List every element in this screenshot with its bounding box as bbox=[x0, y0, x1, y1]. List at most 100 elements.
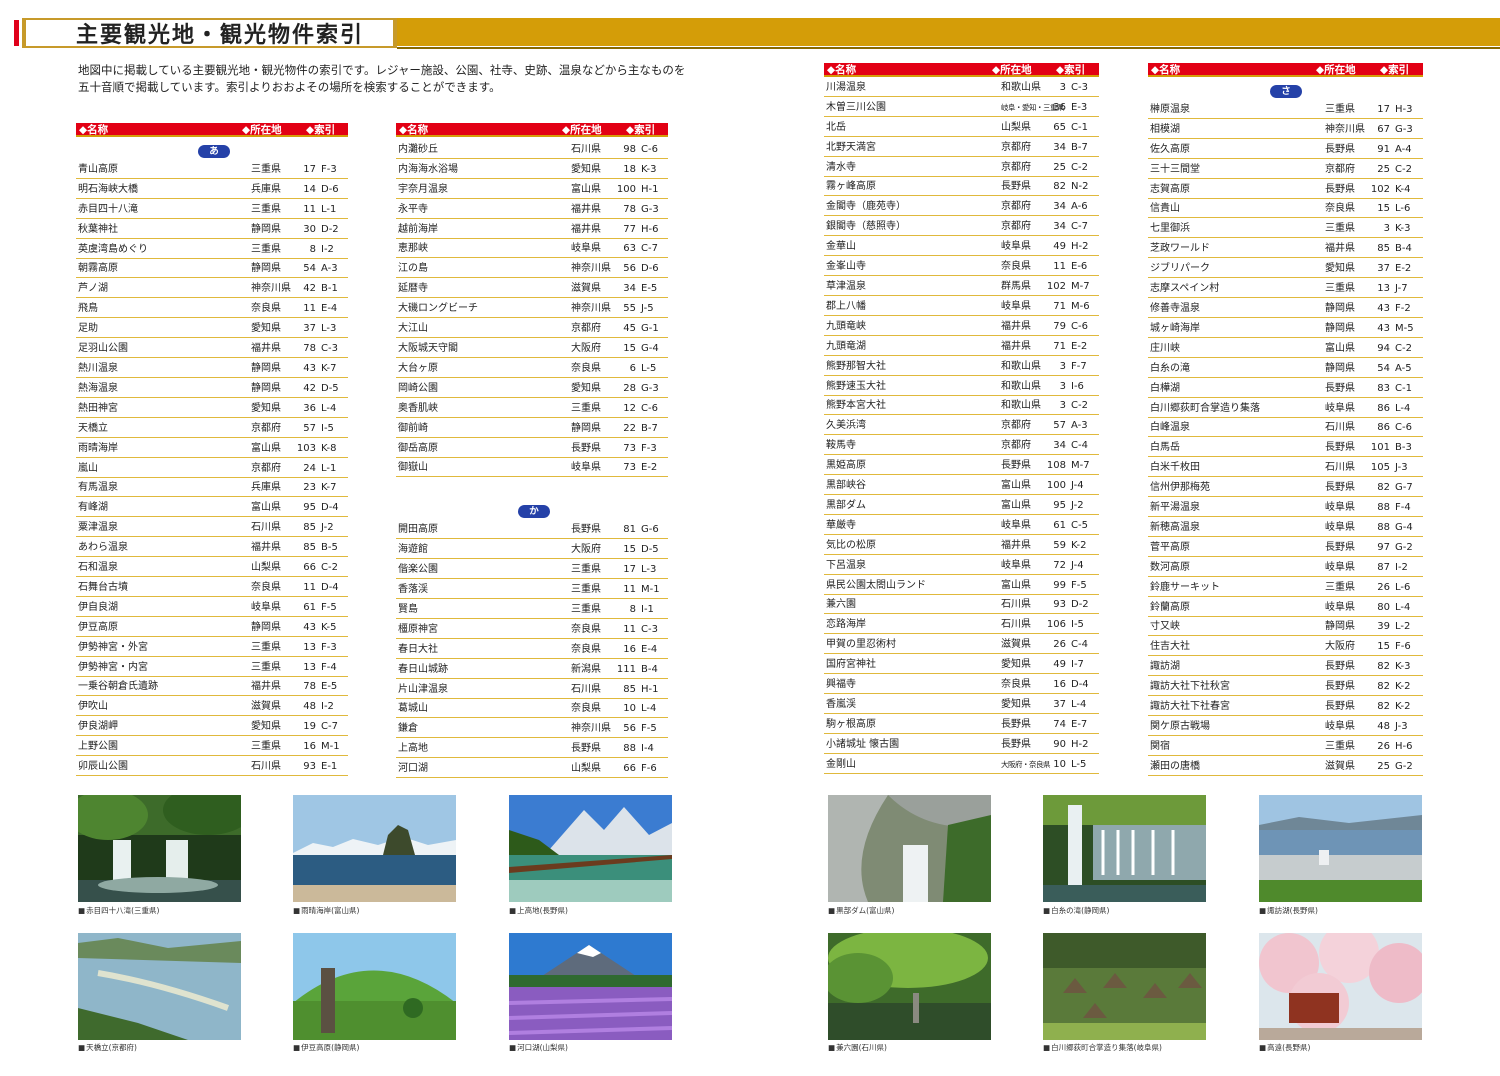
place-name: 恵那峡 bbox=[398, 243, 428, 255]
header-index-label: ◆索引 bbox=[306, 123, 336, 136]
page-number: 26 bbox=[1053, 639, 1066, 651]
prefecture: 福井県 bbox=[1001, 539, 1031, 551]
prefecture: 福井県 bbox=[571, 223, 601, 235]
prefecture: 静岡県 bbox=[1325, 362, 1355, 374]
place-name: 銀閣寺（慈照寺） bbox=[826, 221, 906, 233]
index-row: 大磯ロングビーチ 神奈川県 55 J-5 bbox=[396, 298, 668, 319]
page-number: 98 bbox=[623, 143, 636, 155]
page-number: 71 bbox=[1053, 300, 1066, 312]
place-name: 久美浜湾 bbox=[826, 420, 866, 432]
page-number: 55 bbox=[623, 303, 636, 315]
grid-ref: B-4 bbox=[1395, 243, 1412, 255]
prefecture: 京都府 bbox=[1325, 163, 1355, 175]
grid-ref: H-3 bbox=[1395, 103, 1413, 115]
page-number: 26 bbox=[1377, 740, 1390, 752]
index-row: 七里御浜 三重県 3 K-3 bbox=[1148, 218, 1423, 239]
grid-ref: I-7 bbox=[1071, 659, 1084, 671]
place-name: 瀬田の唐橋 bbox=[1150, 760, 1200, 772]
index-row: 関宿 三重県 26 H-6 bbox=[1148, 736, 1423, 756]
place-name: 偕楽公園 bbox=[398, 564, 438, 576]
prefecture: 滋賀県 bbox=[1325, 760, 1355, 772]
index-row: 足助 愛知県 37 L-3 bbox=[76, 318, 348, 339]
place-name: 熊野本宮大社 bbox=[826, 400, 886, 412]
grid-ref: D-5 bbox=[641, 544, 659, 556]
header-name-label: ◆名称 bbox=[399, 123, 429, 136]
prefecture: 岐阜県 bbox=[1325, 721, 1355, 732]
index-row: 小諸城址 懐古園 長野県 90 H-2 bbox=[824, 734, 1099, 754]
grid-ref: C-5 bbox=[1071, 519, 1088, 531]
place-name: 白米千枚田 bbox=[1150, 462, 1200, 474]
index-row: 伊勢神宮・内宮 三重県 13 F-4 bbox=[76, 657, 348, 677]
index-row: 宇奈月温泉 富山県 100 H-1 bbox=[396, 179, 668, 199]
index-row: 白峰温泉 石川県 86 C-6 bbox=[1148, 418, 1423, 438]
prefecture: 富山県 bbox=[251, 502, 281, 514]
grid-ref: D-6 bbox=[321, 183, 339, 195]
prefecture: 新潟県 bbox=[571, 663, 601, 675]
place-name: 足助 bbox=[78, 323, 98, 335]
prefecture: 長野県 bbox=[1001, 460, 1031, 472]
page-number: 25 bbox=[1377, 163, 1390, 175]
prefecture: 大阪府 bbox=[571, 544, 601, 556]
place-name: 白峰温泉 bbox=[1150, 422, 1190, 434]
page-number: 61 bbox=[1053, 519, 1066, 531]
grid-ref: C-3 bbox=[321, 343, 338, 355]
grid-ref: C-6 bbox=[1071, 320, 1088, 332]
page-number: 54 bbox=[303, 263, 316, 275]
index-row: 芝政ワールド 福井県 85 B-4 bbox=[1148, 238, 1423, 259]
place-name: 関宿 bbox=[1150, 740, 1170, 752]
page-number: 18 bbox=[623, 163, 636, 175]
place-name: 伊自良湖 bbox=[78, 601, 118, 613]
prefecture: 岐阜県 bbox=[1325, 502, 1355, 514]
page-number: 65 bbox=[1053, 121, 1066, 133]
index-row: 恵那峡 岐阜県 63 C-7 bbox=[396, 239, 668, 259]
grid-ref: H-6 bbox=[1395, 740, 1413, 752]
page-number: 100 bbox=[616, 183, 636, 195]
index-row: 鈴鹿サーキット 三重県 26 L-6 bbox=[1148, 577, 1423, 597]
prefecture: 石川県 bbox=[571, 683, 601, 695]
photo-caption: 白川郷荻町合掌造り集落(岐阜県) bbox=[1043, 1042, 1162, 1053]
grid-ref: B-7 bbox=[641, 422, 658, 434]
place-name: 甲賀の里忍術村 bbox=[826, 639, 896, 651]
grid-ref: F-2 bbox=[1395, 302, 1411, 314]
page-number: 3 bbox=[1059, 81, 1066, 93]
photo-caption: 兼六園(石川県) bbox=[828, 1042, 887, 1053]
prefecture: 福井県 bbox=[1001, 320, 1031, 332]
place-name: 伊勢神宮・内宮 bbox=[78, 661, 148, 673]
place-name: 七里御浜 bbox=[1150, 223, 1190, 235]
index-row: 香嵐渓 愛知県 37 L-4 bbox=[824, 694, 1099, 714]
prefecture: 愛知県 bbox=[1001, 659, 1031, 671]
grid-ref: G-4 bbox=[1395, 521, 1413, 533]
page-number: 11 bbox=[1053, 261, 1066, 273]
grid-ref: A-3 bbox=[321, 263, 338, 275]
grid-ref: F-3 bbox=[321, 163, 337, 175]
place-name: 秋葉神社 bbox=[78, 223, 118, 235]
grid-ref: K-2 bbox=[1395, 681, 1411, 693]
grid-ref: F-3 bbox=[321, 641, 337, 653]
place-name: 鎌倉 bbox=[398, 723, 418, 735]
place-name: 白樺湖 bbox=[1150, 382, 1180, 394]
prefecture: 京都府 bbox=[251, 462, 281, 474]
section-pill: か bbox=[518, 505, 550, 519]
photo-bridge bbox=[509, 795, 672, 902]
prefecture: 長野県 bbox=[1325, 183, 1355, 195]
place-name: 開田高原 bbox=[398, 524, 438, 536]
grid-ref: L-4 bbox=[1395, 402, 1411, 414]
photo-cherry bbox=[1259, 933, 1422, 1040]
photo-sandbar bbox=[78, 933, 241, 1040]
index-row: 志賀高原 長野県 102 K-4 bbox=[1148, 179, 1423, 199]
grid-ref: G-3 bbox=[641, 203, 659, 215]
grid-ref: J-4 bbox=[1071, 559, 1084, 571]
photo-waterfall bbox=[78, 795, 241, 902]
prefecture: 岐阜県 bbox=[571, 462, 601, 474]
photo-dam bbox=[828, 795, 991, 902]
place-name: 諏訪大社下社秋宮 bbox=[1150, 681, 1230, 693]
prefecture: 京都府 bbox=[1001, 201, 1031, 213]
section-heading: か bbox=[396, 502, 668, 519]
photo-garden bbox=[828, 933, 991, 1040]
page-number: 42 bbox=[303, 382, 316, 394]
page-number: 6 bbox=[629, 362, 636, 374]
grid-ref: G-1 bbox=[641, 323, 659, 335]
page-number: 17 bbox=[303, 163, 316, 175]
place-name: 赤目四十八滝 bbox=[78, 203, 138, 215]
grid-ref: E-5 bbox=[641, 283, 658, 295]
